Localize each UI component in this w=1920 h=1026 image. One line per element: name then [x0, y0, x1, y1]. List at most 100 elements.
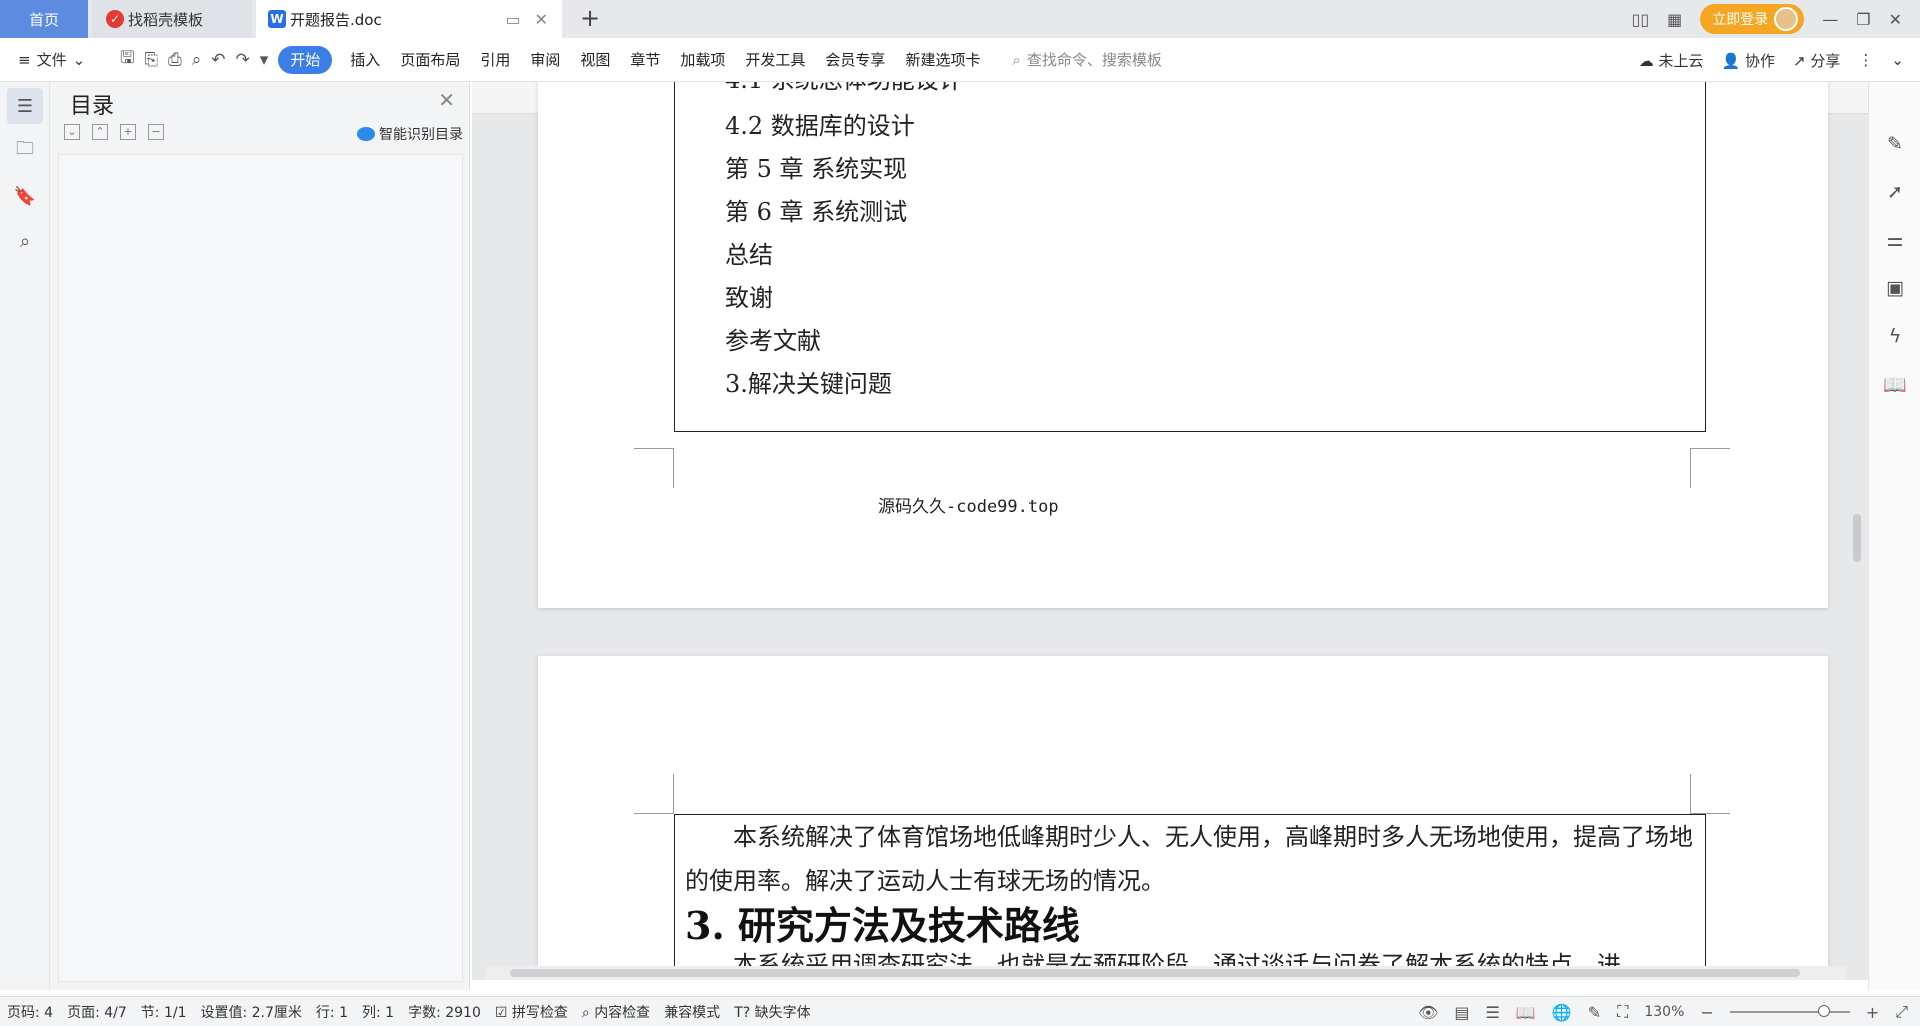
status-col: 列: 1 — [362, 1004, 395, 1021]
spell-check-button[interactable]: ☑ 拼写检查 — [488, 1002, 575, 1022]
zoom-slider-knob[interactable] — [1817, 1005, 1830, 1017]
zoom-in-icon[interactable]: + — [1866, 1003, 1879, 1022]
print-preview-icon[interactable]: ⌕ — [192, 50, 202, 70]
close-icon[interactable]: ✕ — [438, 88, 455, 112]
vertical-scrollbar[interactable] — [1850, 114, 1864, 974]
status-words[interactable]: 字数: 2910 — [401, 1002, 488, 1022]
more-tools-icon[interactable]: ▾ — [260, 50, 269, 70]
login-button[interactable]: 立即登录 — [1700, 4, 1805, 34]
menu-developer[interactable]: 开发工具 — [735, 46, 815, 74]
status-row: 行: 1 — [315, 1004, 348, 1021]
login-label: 立即登录 — [1712, 12, 1769, 28]
menu-start[interactable]: 开始 — [278, 45, 333, 74]
status-right-controls: 👁 ▤ ☰ 📖 🌐 ✎ ⛶ 130% − + ⤢ — [1418, 997, 1908, 1026]
command-search[interactable]: ⌕ 查找命令、搜索模板 — [1012, 49, 1161, 70]
pin-icon[interactable]: ▭ — [505, 10, 520, 29]
scroll-thumb[interactable] — [510, 969, 1800, 977]
status-section: 节: 1/1 — [140, 1004, 187, 1021]
collapse-icon[interactable]: ⌃ — [92, 124, 108, 140]
export-pdf-icon[interactable]: ⎘ — [144, 50, 158, 70]
ribbon-menu-bar: ≡ 文件 ⌄ 🖫 ⎘ ⎙ ⌕ ↶ ↷ ▾ 开始 插入 页面布局 引用 审阅 视图… — [0, 38, 1920, 82]
left-navigation-strip: ☰ 🗀 🔖 ⌕ — [0, 82, 50, 990]
menu-references[interactable]: 引用 — [470, 46, 520, 74]
pen-icon[interactable]: ✎ — [1877, 126, 1913, 162]
image-tool-icon[interactable]: ▣ — [1877, 270, 1913, 306]
collab-label: 协作 — [1745, 51, 1776, 70]
document-page-4[interactable]: 4.1 系统总体功能设计 4.2 数据库的设计 第 5 章 系统实现 第 6 章… — [538, 82, 1828, 608]
status-page[interactable]: 页面: 4/7 — [60, 1002, 134, 1022]
title-right-controls: ▯▯ ▦ 立即登录 — ❐ ✕ — [1632, 0, 1920, 38]
menu-new-tab[interactable]: 新建选项卡 — [895, 46, 990, 74]
quick-access-toolbar: 🖫 ⎘ ⎙ ⌕ ↶ ↷ ▾ — [110, 45, 278, 74]
new-tab-button[interactable]: + — [575, 4, 605, 34]
menu-chapter[interactable]: 章节 — [620, 46, 670, 74]
menu-right-actions: ☁ 未上云 👤 协作 ↗ 分享 ⋮ ⌄ — [1639, 38, 1904, 82]
remove-icon[interactable]: − — [148, 124, 164, 140]
eye-protection-icon[interactable]: 👁 — [1418, 1003, 1438, 1022]
share-icon: ↗ — [1793, 51, 1806, 70]
file-menu[interactable]: ≡ 文件 ⌄ — [0, 49, 110, 70]
tab-daoke-templates[interactable]: ✓ 找稻壳模板 — [92, 0, 252, 38]
menu-view[interactable]: 视图 — [570, 46, 620, 74]
share-button[interactable]: ↗ 分享 — [1793, 50, 1840, 71]
margin-corner-mark — [1690, 774, 1730, 814]
web-view-icon[interactable]: 🌐 — [1552, 1003, 1572, 1022]
close-icon[interactable]: ✕ — [535, 10, 548, 29]
status-page-code: 页码: 4 — [7, 1004, 54, 1021]
doc-line: 第 5 章 系统实现 — [725, 155, 908, 183]
fit-page-icon[interactable]: ⛶ — [1617, 1002, 1628, 1022]
lightning-icon[interactable]: ϟ — [1877, 318, 1913, 354]
content-check-button[interactable]: ⌕ 内容检查 — [575, 1002, 657, 1022]
checkbox-icon: ☑ — [494, 1004, 508, 1021]
cursor-icon[interactable]: ➚ — [1877, 174, 1913, 210]
undo-icon[interactable]: ↶ — [211, 50, 225, 70]
more-icon[interactable]: ⋮ — [1858, 51, 1873, 69]
collapse-ribbon-icon[interactable]: ⌄ — [1891, 51, 1904, 69]
command-search-placeholder: 查找命令、搜索模板 — [1026, 51, 1162, 69]
toc-nav-icon[interactable]: ☰ — [7, 88, 43, 124]
cloud-status[interactable]: ☁ 未上云 — [1639, 50, 1704, 71]
redo-icon[interactable]: ↷ — [235, 50, 249, 70]
missing-font-button[interactable]: T? 缺失字体 — [727, 1002, 817, 1022]
add-icon[interactable]: + — [120, 124, 136, 140]
document-page-5[interactable]: 本系统解决了体育馆场地低峰期时少人、无人使用，高峰期时多人无场地使用，提高了场地… — [538, 656, 1828, 980]
expand-icon[interactable]: ⌄ — [64, 124, 80, 140]
book-icon[interactable]: 📖 — [1877, 366, 1913, 402]
collab-button[interactable]: 👤 协作 — [1722, 50, 1775, 71]
doc-line: 4.1 系统总体功能设计 — [725, 82, 963, 95]
fullscreen-icon[interactable]: ⤢ — [1895, 1002, 1908, 1022]
zoom-out-icon[interactable]: − — [1700, 1003, 1713, 1022]
menu-insert[interactable]: 插入 — [340, 46, 390, 74]
grid-apps-icon[interactable]: ▦ — [1667, 10, 1682, 29]
restore-icon[interactable]: ❐ — [1856, 10, 1870, 29]
tab-document[interactable]: W 开题报告.doc ▭ ✕ — [256, 0, 562, 38]
bookmark-icon[interactable]: 🔖 — [7, 178, 43, 214]
save-icon[interactable]: 🖫 — [120, 45, 134, 74]
smart-toc-button[interactable]: 智能识别目录 — [357, 124, 463, 144]
print-icon[interactable]: ⎙ — [168, 50, 182, 70]
tab-home[interactable]: 首页 — [0, 0, 88, 38]
menu-member[interactable]: 会员专享 — [815, 46, 895, 74]
folder-icon[interactable]: 🗀 — [7, 133, 43, 169]
search-icon[interactable]: ⌕ — [7, 223, 43, 259]
content-box: 本系统解决了体育馆场地低峰期时少人、无人使用，高峰期时多人无场地使用，提高了场地… — [674, 814, 1706, 980]
tab-daoke-label: 找稻壳模板 — [128, 10, 204, 29]
reading-view-icon[interactable]: 📖 — [1516, 1003, 1536, 1022]
zoom-slider[interactable] — [1729, 1005, 1850, 1017]
menu-review[interactable]: 审阅 — [520, 46, 570, 74]
scroll-thumb[interactable] — [1853, 514, 1861, 562]
minimize-icon[interactable]: — — [1822, 10, 1838, 29]
menu-addins[interactable]: 加载项 — [670, 46, 735, 74]
write-mode-icon[interactable]: ✎ — [1588, 1003, 1601, 1022]
outline-view-icon[interactable]: ☰ — [1486, 1003, 1500, 1022]
adjust-icon[interactable]: ⚌ — [1877, 222, 1913, 258]
page-view-icon[interactable]: ▤ — [1454, 1003, 1469, 1022]
window-close-icon[interactable]: ✕ — [1889, 10, 1902, 29]
menu-page-layout[interactable]: 页面布局 — [390, 46, 470, 74]
section-heading: 3. 研究方法及技术路线 — [685, 903, 1080, 948]
zoom-level[interactable]: 130% — [1644, 1004, 1684, 1020]
layout-toggle-icon[interactable]: ▯▯ — [1632, 10, 1650, 29]
toc-toolbar: ⌄ ⌃ + − — [64, 124, 164, 140]
horizontal-scrollbar[interactable] — [486, 966, 1846, 980]
tab-document-label: 开题报告.doc — [290, 10, 382, 29]
